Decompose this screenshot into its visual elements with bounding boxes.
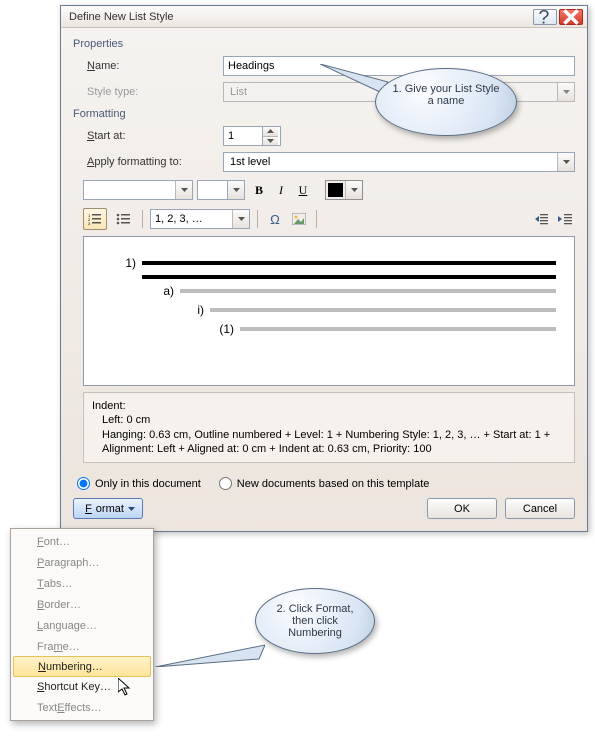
dialog-title: Define New List Style [69, 11, 531, 23]
font-toolbar: B I U [83, 180, 575, 200]
bold-button[interactable]: B [249, 180, 269, 200]
color-swatch-icon [328, 183, 343, 197]
format-button[interactable]: Format [73, 498, 143, 519]
spin-up-icon[interactable] [263, 127, 278, 137]
menu-frame[interactable]: Frame… [13, 636, 151, 657]
chevron-down-icon[interactable] [345, 181, 362, 199]
name-input[interactable] [223, 56, 575, 76]
chevron-down-icon[interactable] [175, 181, 192, 199]
format-menu: Font… Paragraph… Tabs… Border… Language…… [10, 528, 154, 721]
decrease-indent-button[interactable] [531, 209, 551, 229]
menu-paragraph[interactable]: Paragraph… [13, 552, 151, 573]
insert-symbol-button[interactable]: Ω [265, 209, 285, 229]
cancel-button[interactable]: Cancel [505, 498, 575, 519]
section-properties: Properties [73, 38, 575, 50]
name-label: Name: [73, 60, 223, 72]
bulleted-list-button[interactable] [111, 208, 135, 230]
callout-tail-icon [320, 64, 388, 92]
font-size-combo[interactable] [197, 180, 245, 200]
callout-name: 1. Give your List Style a name [375, 68, 517, 136]
menu-text-effects[interactable]: Text Effects… [13, 697, 151, 718]
numbered-list-button[interactable]: 123 [83, 208, 107, 230]
menu-font[interactable]: Font… [13, 531, 151, 552]
chevron-down-icon[interactable] [232, 210, 249, 228]
menu-border[interactable]: Border… [13, 594, 151, 615]
callout-format: 2. Click Format, then click Numbering [255, 588, 375, 654]
new-docs-template-radio[interactable]: New documents based on this template [219, 477, 430, 490]
list-preview: 1) a) i) (1) [83, 236, 575, 386]
only-this-doc-radio[interactable]: Only in this document [77, 477, 201, 490]
font-color-combo[interactable] [325, 180, 363, 200]
increase-indent-button[interactable] [555, 209, 575, 229]
chevron-down-icon [128, 507, 135, 511]
callout-tail-icon [155, 637, 265, 667]
number-format-combo[interactable]: 1, 2, 3, … [150, 209, 250, 229]
svg-text:?: ? [538, 6, 549, 27]
start-at-input[interactable] [224, 127, 262, 145]
chevron-down-icon[interactable] [227, 181, 244, 199]
menu-language[interactable]: Language… [13, 615, 151, 636]
italic-button[interactable]: I [271, 180, 291, 200]
spin-down-icon[interactable] [263, 137, 278, 146]
underline-button[interactable]: U [293, 180, 313, 200]
chevron-down-icon [557, 83, 574, 101]
close-button[interactable] [559, 9, 583, 25]
help-button[interactable]: ? [533, 9, 557, 25]
list-toolbar: 123 1, 2, 3, … Ω [83, 208, 575, 230]
svg-text:3: 3 [88, 221, 91, 225]
svg-text:1: 1 [88, 213, 91, 218]
menu-numbering[interactable]: Numbering… [13, 656, 151, 677]
apply-to-combo[interactable]: 1st level [223, 152, 575, 172]
style-description: Indent: Left: 0 cm Hanging: 0.63 cm, Out… [83, 392, 575, 463]
svg-text:2: 2 [88, 217, 91, 222]
insert-picture-button[interactable] [289, 209, 309, 229]
font-family-combo[interactable] [83, 180, 193, 200]
menu-tabs[interactable]: Tabs… [13, 573, 151, 594]
start-at-label: Start at: [73, 130, 223, 142]
apply-to-label: Apply formatting to: [73, 156, 223, 168]
style-type-label: Style type: [73, 86, 223, 98]
chevron-down-icon[interactable] [557, 153, 574, 171]
menu-shortcut-key[interactable]: Shortcut Key… [13, 676, 151, 697]
start-at-spinner[interactable] [223, 126, 281, 146]
ok-button[interactable]: OK [427, 498, 497, 519]
titlebar: Define New List Style ? [61, 6, 587, 28]
